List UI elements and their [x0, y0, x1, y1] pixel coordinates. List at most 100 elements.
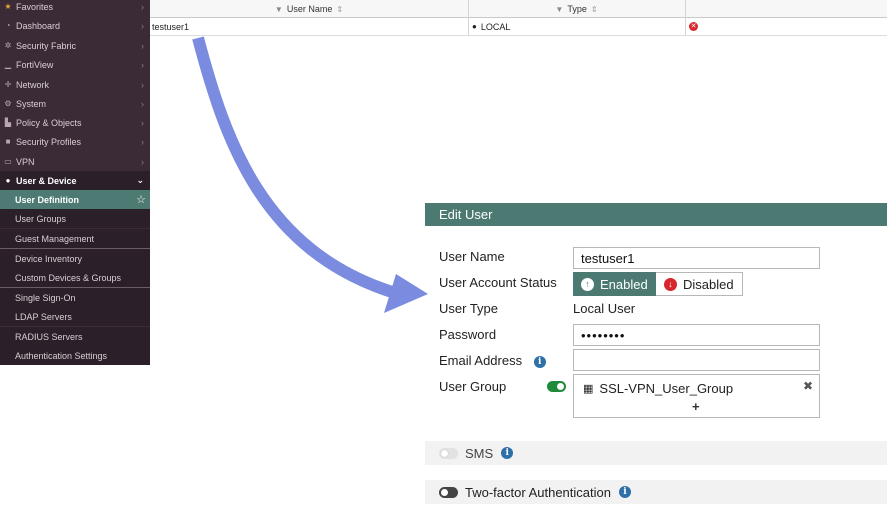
sidebar-item-security-profiles[interactable]: ■ Security Profiles › [0, 132, 150, 151]
sidebar-item-label: Dashboard [16, 20, 61, 31]
two-factor-toggle[interactable] [439, 486, 458, 498]
sidebar-subitem-authentication-settings[interactable]: Authentication Settings [0, 346, 150, 365]
two-factor-section: Two-factor Authentication i [425, 480, 887, 504]
info-icon[interactable]: i [533, 355, 546, 368]
label-user-name: User Name [439, 249, 505, 264]
sidebar-subitem-radius-servers[interactable]: RADIUS Servers [0, 327, 150, 346]
filter-icon[interactable]: ▼ [555, 5, 563, 14]
user-group-toggle[interactable] [547, 381, 566, 392]
chart-icon: ▁ [4, 60, 12, 69]
password-field[interactable]: •••••••• [573, 324, 820, 346]
sidebar-item-label: System [16, 98, 47, 109]
group-chip-label: SSL-VPN_User_Group [599, 381, 734, 396]
table-header: ▼ User Name ⇕ ▼ Type ⇕ [150, 0, 887, 18]
arrow-head [384, 274, 428, 313]
sidebar-subitem-guest-management[interactable]: Guest Management [0, 229, 150, 248]
sms-toggle[interactable] [439, 447, 458, 459]
close-icon[interactable]: ✕ [689, 22, 698, 31]
sidebar-item-favorites[interactable]: ★ Favorites › [0, 0, 150, 16]
sort-icon[interactable]: ⇕ [591, 5, 598, 14]
sidebar-item-user-device[interactable]: ● User & Device ⌄ [0, 171, 150, 190]
user-type-value: Local User [573, 301, 636, 316]
sidebar-subitem-label: Authentication Settings [15, 350, 108, 361]
status-disabled-button[interactable]: ↓ Disabled [656, 272, 743, 296]
sms-section: SMS i [425, 441, 887, 465]
sidebar-item-label: Security Profiles [16, 136, 82, 147]
toggle-knob [441, 449, 448, 457]
star-icon: ★ [4, 2, 12, 11]
panel-title: Edit User [425, 203, 887, 226]
sidebar-item-label: Security Fabric [16, 40, 77, 51]
info-icon[interactable]: i [618, 486, 631, 498]
policy-icon: ▙ [4, 118, 12, 127]
chevron-right-icon: › [141, 117, 144, 128]
column-label: User Name [286, 4, 333, 14]
chevron-right-icon: › [141, 20, 144, 31]
group-chip: ▦ SSL-VPN_User_Group [583, 381, 733, 396]
column-header-user-name[interactable]: ▼ User Name ⇕ [150, 0, 468, 18]
label-email-text: Email Address [439, 353, 523, 368]
sidebar-item-vpn[interactable]: ▭ VPN › [0, 152, 150, 171]
sidebar-item-policy-objects[interactable]: ▙ Policy & Objects › [0, 113, 150, 132]
chevron-right-icon: › [141, 156, 144, 167]
table-row[interactable]: testuser1 ● LOCAL ✕ [150, 18, 887, 36]
sidebar-subitem-label: LDAP Servers [15, 311, 72, 322]
cell-user-name: testuser1 [152, 21, 190, 32]
filter-icon[interactable]: ▼ [275, 5, 283, 14]
sidebar-item-label: Policy & Objects [16, 117, 82, 128]
column-label: Type [567, 4, 587, 14]
arrow-shaft [192, 36, 394, 298]
chevron-down-icon: ⌄ [136, 175, 144, 185]
two-factor-label: Two-factor Authentication [465, 484, 611, 500]
gear-icon: ⚙ [4, 99, 12, 108]
sidebar-subitem-custom-devices-groups[interactable]: Custom Devices & Groups [0, 268, 150, 287]
chevron-right-icon: › [141, 136, 144, 147]
label-account-status: User Account Status [439, 275, 557, 290]
sidebar-subitem-user-groups[interactable]: User Groups [0, 209, 150, 228]
sidebar-subitem-user-definition[interactable]: User Definition ☆ [0, 190, 150, 209]
dashboard-icon: ◔ [5, 21, 11, 30]
sidebar-subitem-label: Single Sign-On [15, 292, 76, 303]
label-user-type: User Type [439, 301, 499, 316]
sidebar-item-label: User & Device [16, 175, 77, 186]
sidebar-subitem-label: Custom Devices & Groups [15, 272, 122, 283]
sidebar-subitem-label: Guest Management [15, 233, 95, 244]
sms-label: SMS [465, 445, 494, 461]
toggle-knob [557, 383, 564, 390]
chevron-right-icon: › [141, 59, 144, 70]
sidebar-subitem-ldap-servers[interactable]: LDAP Servers [0, 307, 150, 326]
sort-icon[interactable]: ⇕ [336, 5, 343, 14]
column-header-type[interactable]: ▼ Type ⇕ [468, 0, 685, 18]
sidebar-item-system[interactable]: ⚙ System › [0, 94, 150, 113]
sidebar-subitem-device-inventory[interactable]: Device Inventory [0, 249, 150, 268]
info-icon[interactable]: i [501, 447, 514, 459]
sidebar-item-fortiview[interactable]: ▁ FortiView › [0, 55, 150, 74]
star-outline-icon[interactable]: ☆ [136, 193, 146, 206]
user-table: ▼ User Name ⇕ ▼ Type ⇕ testuser1 ● LOCAL… [150, 0, 887, 36]
remove-icon[interactable]: ✖ [803, 379, 813, 393]
sidebar-item-network[interactable]: ✛ Network › [0, 75, 150, 94]
sidebar: ★ Favorites › ◔ Dashboard › ✲ Security F… [0, 0, 150, 365]
sidebar-item-dashboard[interactable]: ◔ Dashboard › [0, 16, 150, 35]
user-name-field[interactable]: testuser1 [573, 247, 820, 269]
status-enabled-button[interactable]: ↑ Enabled [573, 272, 656, 296]
user-group-field[interactable]: ▦ SSL-VPN_User_Group ✖ + [573, 374, 820, 418]
sidebar-item-label: FortiView [16, 59, 54, 70]
email-field[interactable] [573, 349, 820, 371]
sidebar-subitem-single-sign-on[interactable]: Single Sign-On [0, 288, 150, 307]
fabric-icon: ✲ [4, 41, 12, 50]
network-icon: ✛ [4, 80, 12, 89]
status-disabled-label: Disabled [683, 276, 734, 292]
label-user-group: User Group [439, 379, 507, 394]
monitor-icon: ▭ [4, 157, 12, 166]
sidebar-item-security-fabric[interactable]: ✲ Security Fabric › [0, 36, 150, 55]
status-enabled-label: Enabled [600, 276, 648, 292]
sidebar-subitem-label: RADIUS Servers [15, 331, 83, 342]
label-email: Email Address i [439, 353, 546, 368]
add-icon[interactable]: + [692, 399, 700, 414]
arrow-up-circle-icon: ↑ [581, 277, 594, 291]
sidebar-subitem-label: User Groups [15, 213, 67, 224]
chevron-right-icon: › [141, 79, 144, 90]
label-password: Password [439, 327, 497, 342]
lock-icon: ■ [5, 137, 11, 146]
